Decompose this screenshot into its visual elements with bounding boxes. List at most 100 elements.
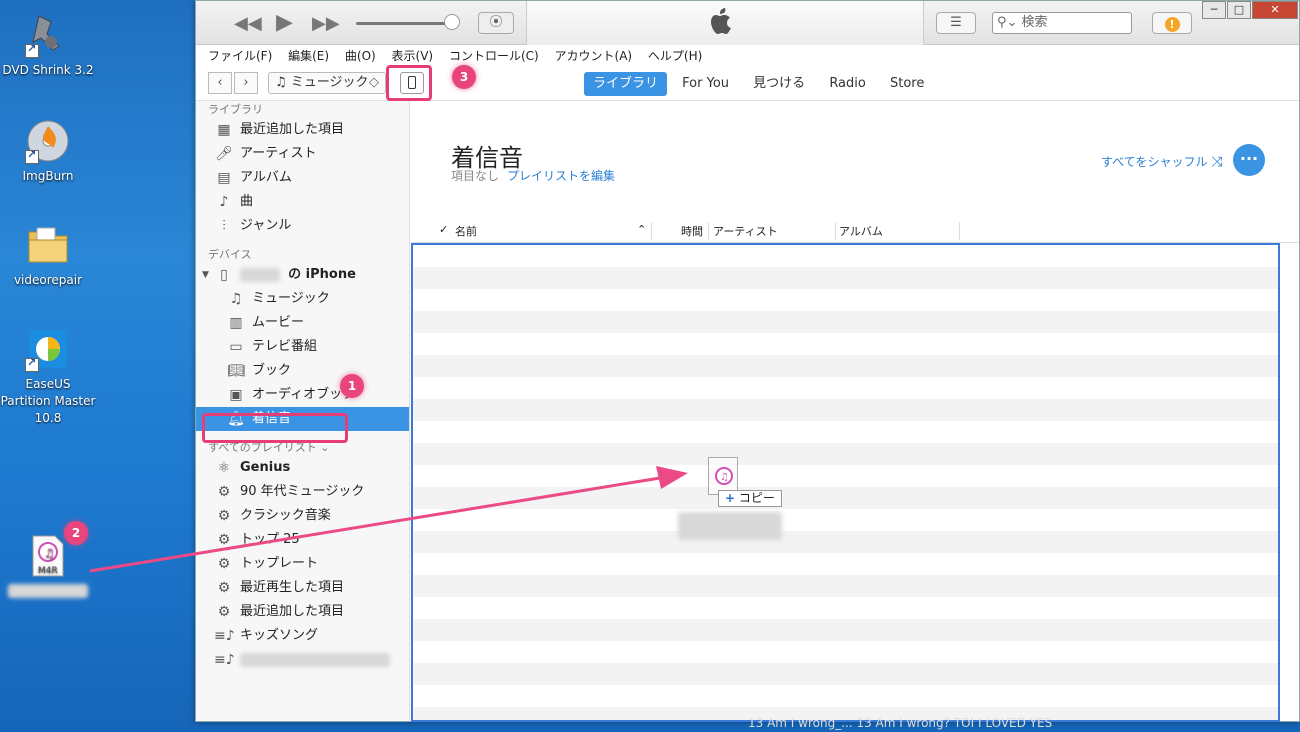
tv-icon: ▭ — [229, 339, 243, 355]
desktop-icon-m4r-file[interactable]: ♫ M4R — [0, 534, 96, 599]
playlist-kids-songs[interactable]: ≡♪ キッズソング — [196, 624, 409, 648]
playlist-90s[interactable]: ⚙ 90 年代ミュージック — [196, 480, 409, 504]
sidebar: ライブラリ ▦ 最近追加した項目 🎤︎ アーティスト ▤ アルバム ♪ 曲 ⫶ ジャンル … — [196, 101, 410, 721]
playlist-classical[interactable]: ⚙ クラシック音楽 — [196, 504, 409, 528]
tab-radio[interactable]: Radio — [820, 72, 875, 96]
disclosure-triangle-icon[interactable]: ▼ — [202, 263, 209, 287]
playlist-top-rated[interactable]: ⚙ トップレート — [196, 552, 409, 576]
playlist-recently-played[interactable]: ⚙ 最近再生した項目 — [196, 576, 409, 600]
section-library: ライブラリ — [208, 103, 263, 116]
shuffle-all-button[interactable]: すべてをシャッフル ⤨ — [1101, 153, 1222, 170]
film-icon: ▥ — [229, 315, 243, 331]
airplay-button[interactable]: ⦿ — [478, 12, 514, 34]
menu-help[interactable]: ヘルプ(H) — [648, 49, 702, 63]
imgburn-icon — [25, 118, 71, 164]
sidebar-device-movies[interactable]: ▥ ムービー — [196, 311, 409, 335]
list-icon: ☰ — [950, 15, 962, 30]
itunes-window: ◀◀ ▶ ▶▶ ⦿ ☰ ⚲⌄ 検索 ! ─ □ ✕ ファイル(F) 編集(E) … — [195, 0, 1300, 722]
column-name[interactable]: 名前 — [455, 223, 477, 239]
folder-icon — [25, 222, 71, 268]
audiobook-icon: ▣ — [229, 387, 243, 403]
fast-forward-icon[interactable]: ▶▶ — [312, 13, 340, 34]
note-icon: ♪ — [219, 194, 229, 210]
playlist-top-25[interactable]: ⚙ トップ 25 — [196, 528, 409, 552]
sort-arrow-icon: ⌃ — [637, 223, 647, 236]
volume-slider[interactable] — [356, 22, 452, 25]
maximize-button[interactable]: □ — [1227, 1, 1251, 19]
desktop-icon-easeus[interactable]: EaseUS Partition Master 10.8 — [0, 326, 96, 427]
more-button[interactable]: ··· — [1233, 144, 1265, 176]
tab-store[interactable]: Store — [881, 72, 933, 96]
tab-for-you[interactable]: For You — [673, 72, 738, 96]
alert-icon: ! — [1164, 17, 1180, 32]
media-selector[interactable]: ♫ ミュージック ◇ — [268, 72, 386, 94]
dvd-shrink-icon — [25, 12, 71, 58]
column-album[interactable]: アルバム — [839, 223, 883, 239]
menu-file[interactable]: ファイル(F) — [208, 49, 272, 63]
tab-browse[interactable]: 見つける — [744, 72, 814, 96]
back-button[interactable]: ‹ — [208, 72, 232, 94]
menu-view[interactable]: 表示(V) — [392, 49, 434, 63]
playlist-blurred[interactable]: ≡♪ — [196, 648, 409, 672]
play-icon[interactable]: ▶ — [276, 10, 293, 35]
sidebar-item-artists[interactable]: 🎤︎ アーティスト — [196, 142, 409, 166]
sidebar-item-songs[interactable]: ♪ 曲 — [196, 190, 409, 214]
desktop-icon-imgburn[interactable]: ImgBurn — [0, 118, 96, 185]
book-icon: 📖︎ — [227, 363, 245, 379]
menu-controls[interactable]: コントロール(C) — [449, 49, 539, 63]
title-bar: ◀◀ ▶ ▶▶ ⦿ ☰ ⚲⌄ 検索 ! ─ □ ✕ — [196, 1, 1299, 45]
menu-account[interactable]: アカウント(A) — [555, 49, 633, 63]
column-check[interactable]: ✓ — [439, 223, 448, 236]
desktop-icon-videorepair[interactable]: videorepair — [0, 222, 96, 289]
sidebar-device-iphone[interactable]: ▼ ▯ の iPhone — [196, 263, 409, 287]
column-time[interactable]: 時間 — [681, 223, 703, 239]
sidebar-item-recently-added[interactable]: ▦ 最近追加した項目 — [196, 118, 409, 142]
sidebar-item-albums[interactable]: ▤ アルバム — [196, 166, 409, 190]
alert-button[interactable]: ! — [1152, 12, 1192, 34]
playlist-icon: ≡♪ — [214, 652, 235, 668]
background-window-text: 13 Am I wrong_... 13 Am I wrong? TOI I L… — [748, 716, 1053, 730]
album-icon: ▤ — [217, 170, 231, 186]
playlist-icon: ≡♪ — [214, 628, 235, 644]
forward-button[interactable]: › — [234, 72, 258, 94]
easeus-icon — [25, 326, 71, 372]
search-input[interactable]: ⚲⌄ 検索 — [992, 12, 1132, 34]
edit-playlist-link[interactable]: プレイリストを編集 — [507, 169, 615, 183]
song-table-drop-target[interactable] — [411, 243, 1280, 722]
rewind-icon[interactable]: ◀◀ — [234, 13, 262, 34]
svg-text:♫: ♫ — [44, 546, 55, 560]
sidebar-device-books[interactable]: 📖︎ ブック — [196, 359, 409, 383]
nav-row: ‹ › ♫ ミュージック ◇ 3 ライブラリ For You 見つける Radio… — [196, 65, 1299, 101]
gear-icon: ⚙ — [217, 532, 231, 548]
m4r-file-icon: ♫ M4R — [31, 534, 65, 578]
search-icon: ⚲⌄ — [997, 15, 1022, 30]
highlight-device-button — [386, 65, 432, 101]
menu-edit[interactable]: 編集(E) — [288, 49, 329, 63]
page-subtitle: 項目なし プレイリストを編集 — [451, 169, 616, 183]
shuffle-icon: ⤨ — [1211, 154, 1223, 170]
grid-icon: ▦ — [217, 122, 231, 138]
playlist-recently-added[interactable]: ⚙ 最近追加した項目 — [196, 600, 409, 624]
desktop-icon-dvd-shrink[interactable]: DVD Shrink 3.2 — [0, 12, 96, 79]
close-button[interactable]: ✕ — [1252, 1, 1298, 19]
playlist-genius[interactable]: ⚛ Genius — [196, 456, 409, 480]
sidebar-device-music[interactable]: ♫ ミュージック — [196, 287, 409, 311]
tab-library[interactable]: ライブラリ — [584, 72, 668, 96]
menu-song[interactable]: 曲(O) — [345, 49, 376, 63]
sidebar-device-audiobooks[interactable]: ▣ オーディオブック — [196, 383, 409, 407]
highlight-ringtones — [202, 413, 348, 443]
chevron-icon: ◇ — [369, 75, 379, 90]
sidebar-device-tv-shows[interactable]: ▭ テレビ番組 — [196, 335, 409, 359]
more-icon: ··· — [1239, 149, 1259, 168]
music-note-icon: ♫ — [229, 291, 243, 307]
column-artist[interactable]: アーティスト — [713, 223, 778, 239]
microphone-icon: 🎤︎ — [215, 146, 233, 162]
sidebar-item-genres[interactable]: ⫶ ジャンル — [196, 214, 409, 238]
column-header: ✓ 名前 ⌃ 時間 アーティスト アルバム — [411, 219, 1299, 243]
plus-icon: + — [725, 491, 736, 505]
volume-knob[interactable] — [444, 14, 460, 30]
minimize-button[interactable]: ─ — [1202, 1, 1226, 19]
dragged-file-name — [678, 512, 782, 540]
menu-bar: ファイル(F) 編集(E) 曲(O) 表示(V) コントロール(C) アカウント… — [196, 45, 1299, 67]
list-view-button[interactable]: ☰ — [936, 12, 976, 34]
